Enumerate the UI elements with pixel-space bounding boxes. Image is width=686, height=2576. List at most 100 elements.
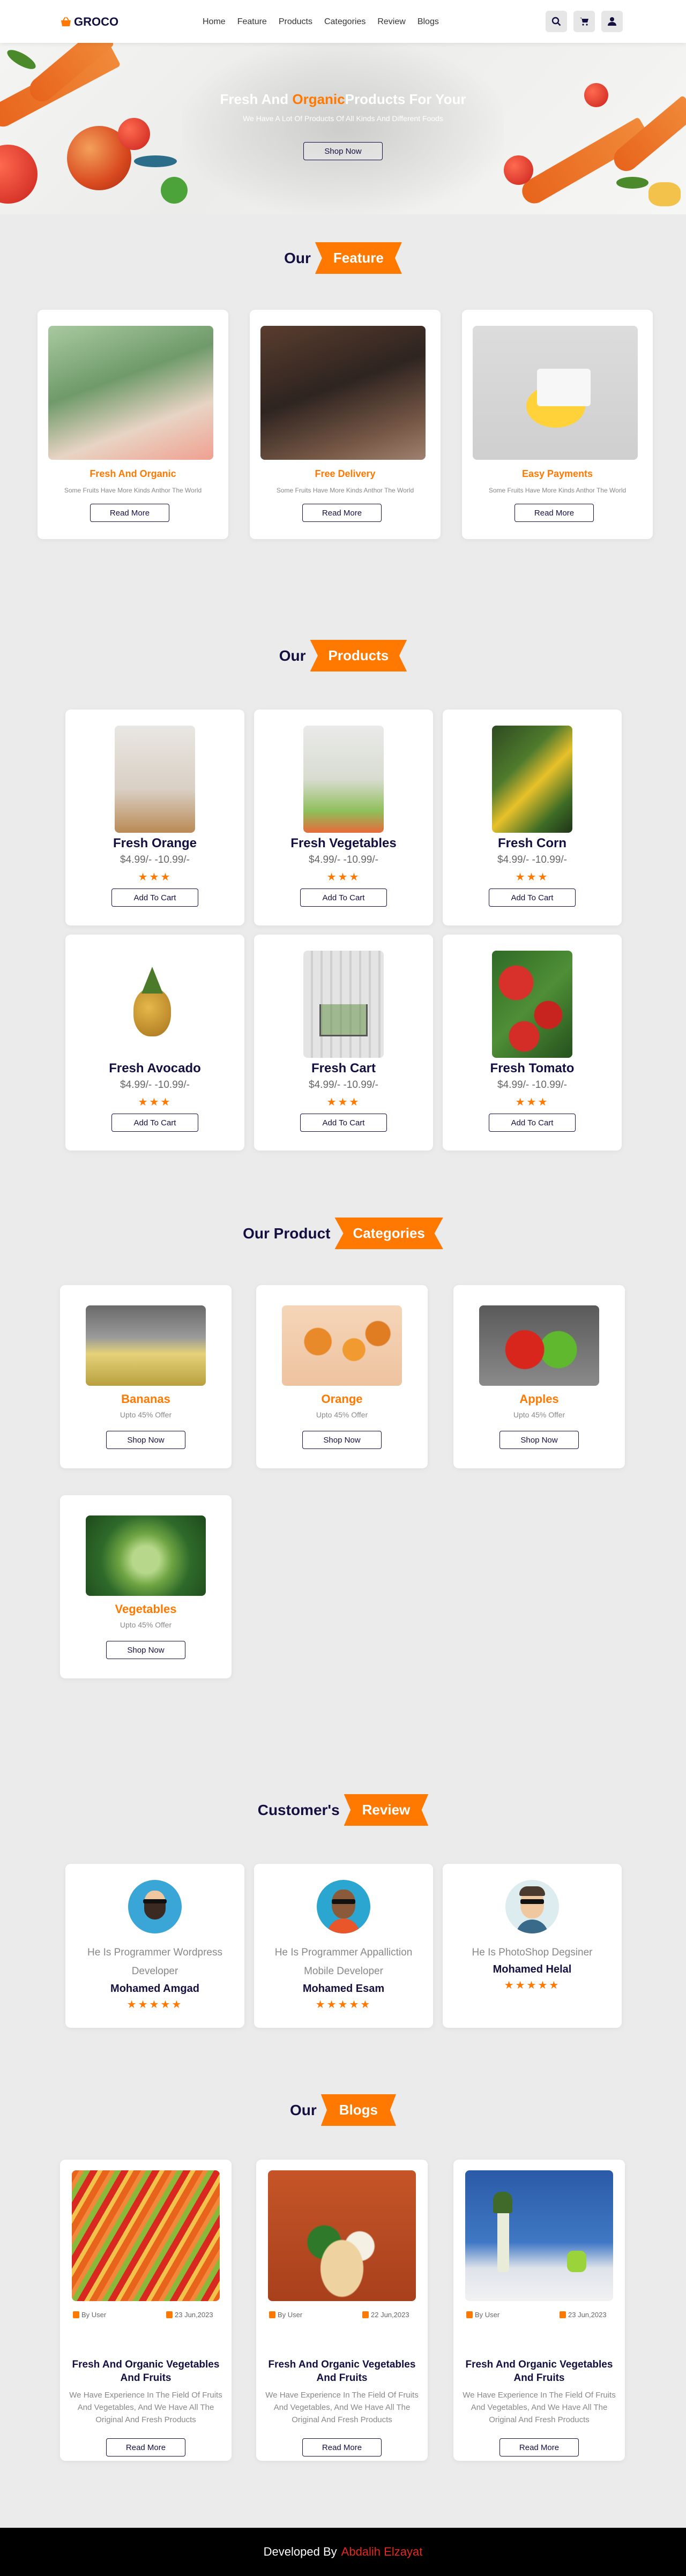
nav-feature[interactable]: Feature: [237, 17, 267, 27]
category-name: Orange: [321, 1392, 363, 1406]
nav-review[interactable]: Review: [377, 17, 405, 27]
nav-blogs[interactable]: Blogs: [417, 17, 439, 27]
rating-stars: ★★★: [515, 1096, 549, 1108]
blog-author: By User: [466, 2311, 499, 2319]
category-image-apples: [479, 1305, 599, 1386]
rating-stars: ★★★: [138, 871, 172, 883]
read-more-button[interactable]: Read More: [514, 504, 594, 522]
feature-title: Easy Payments: [521, 468, 593, 479]
blog-author: By User: [269, 2311, 302, 2319]
feature-card: Easy Payments Some Fruits Have More Kind…: [462, 310, 653, 539]
blog-image: [465, 2170, 613, 2301]
category-image-vegetables: [86, 1515, 206, 1596]
user-icon: [269, 2311, 275, 2318]
blog-desc: We Have Experience In The Field Of Fruit…: [265, 2391, 419, 2424]
product-price: $4.99/- -10.99/-: [120, 854, 190, 865]
blog-card: By User 23 Jun,2023 Fresh And Organic Ve…: [453, 2160, 625, 2461]
blog-card: By User 22 Jun,2023 Fresh And Organic Ve…: [256, 2160, 428, 2461]
product-image-vegetables: [303, 726, 384, 833]
reviewer-description: He Is Programmer Appalliction Mobile Dev…: [274, 1947, 413, 1977]
blog-title: Fresh And Organic Vegetables And Fruits: [268, 2359, 416, 2384]
shop-now-button[interactable]: Shop Now: [302, 1431, 382, 1449]
feature-card: Fresh And Organic Some Fruits Have More …: [38, 310, 228, 539]
blog-date: 23 Jun,2023: [560, 2311, 607, 2319]
feature-desc: Some Fruits Have More Kinds Anthor The W…: [488, 487, 627, 494]
feature-title: Free Delivery: [315, 468, 376, 479]
product-image-cart: [303, 951, 384, 1058]
search-icon: [551, 17, 561, 26]
blog-card: By User 23 Jun,2023 Fresh And Organic Ve…: [60, 2160, 232, 2461]
calendar-icon: [560, 2311, 566, 2318]
shopping-basket-icon: [61, 17, 71, 26]
product-image-avocado: [115, 951, 195, 1058]
add-to-cart-button[interactable]: Add To Cart: [111, 1114, 198, 1132]
feature-card: Free Delivery Some Fruits Have More Kind…: [250, 310, 441, 539]
user-icon: [466, 2311, 473, 2318]
product-name: Fresh Orange: [113, 836, 197, 850]
product-image-tomato: [492, 951, 572, 1058]
search-button[interactable]: [546, 11, 567, 32]
blog-date: 23 Jun,2023: [166, 2311, 213, 2319]
cart-icon: [580, 18, 588, 26]
user-icon: [73, 2311, 79, 2318]
logo[interactable]: GROCO: [60, 15, 118, 29]
nav-home[interactable]: Home: [203, 17, 226, 27]
feature-desc: Some Fruits Have More Kinds Anthor The W…: [276, 487, 414, 494]
category-offer: Upto 45% Offer: [120, 1410, 172, 1419]
nav-categories[interactable]: Categories: [324, 17, 366, 27]
product-card: Fresh Avocado $4.99/- -10.99/- ★★★ Add T…: [65, 935, 244, 1151]
feature-image-delivery: [260, 326, 426, 460]
hero-banner: Fresh And OrganicProducts For Your We Ha…: [0, 43, 686, 214]
feature-heading: Our Feature: [0, 242, 686, 274]
read-more-button[interactable]: Read More: [302, 2438, 382, 2456]
reviewer-description: He Is Programmer Wordpress Developer: [87, 1947, 222, 1977]
category-offer: Upto 45% Offer: [513, 1410, 565, 1419]
category-card: Bananas Upto 45% Offer Shop Now: [60, 1285, 232, 1468]
blog-date: 22 Jun,2023: [362, 2311, 409, 2319]
read-more-button[interactable]: Read More: [106, 2438, 185, 2456]
developer-link[interactable]: Abdalih Elzayat: [341, 2545, 423, 2559]
reviewer-avatar: [128, 1880, 182, 1933]
reviewer-name: Mohamed Esam: [302, 1983, 385, 1995]
read-more-button[interactable]: Read More: [499, 2438, 579, 2456]
rating-stars: ★★★: [326, 871, 361, 883]
shop-now-button[interactable]: Shop Now: [499, 1431, 579, 1449]
shop-now-button[interactable]: Shop Now: [303, 142, 383, 160]
add-to-cart-button[interactable]: Add To Cart: [489, 1114, 576, 1132]
reviewer-name: Mohamed Amgad: [110, 1983, 199, 1995]
add-to-cart-button[interactable]: Add To Cart: [300, 1114, 387, 1132]
blog-desc: We Have Experience In The Field Of Fruit…: [463, 2391, 616, 2424]
header: GROCO Home Feature Products Categories R…: [0, 0, 686, 43]
rating-stars: ★★★: [515, 871, 549, 883]
nav-products[interactable]: Products: [279, 17, 312, 27]
product-card: Fresh Cart $4.99/- -10.99/- ★★★ Add To C…: [254, 935, 433, 1151]
product-price: $4.99/- -10.99/-: [120, 1079, 190, 1091]
read-more-button[interactable]: Read More: [90, 504, 169, 522]
calendar-icon: [166, 2311, 173, 2318]
rating-stars: ★★★: [326, 1096, 361, 1108]
product-image-orange: [115, 726, 195, 833]
review-card: He Is Programmer Appalliction Mobile Dev…: [254, 1864, 433, 2028]
category-offer: Upto 45% Offer: [316, 1410, 368, 1419]
add-to-cart-button[interactable]: Add To Cart: [300, 888, 387, 907]
reviewer-description: He Is PhotoShop Degsiner: [472, 1947, 593, 1958]
product-price: $4.99/- -10.99/-: [497, 1079, 567, 1091]
feature-title: Fresh And Organic: [90, 468, 176, 479]
product-card: Fresh Orange $4.99/- -10.99/- ★★★ Add To…: [65, 710, 244, 925]
reviews-heading: Customer's Review: [0, 1794, 686, 1826]
hero-title: Fresh And OrganicProducts For Your: [220, 91, 466, 107]
user-button[interactable]: [601, 11, 623, 32]
shop-now-button[interactable]: Shop Now: [106, 1641, 185, 1659]
category-image-bananas: [86, 1305, 206, 1386]
product-name: Fresh Avocado: [109, 1061, 201, 1076]
footer-prefix: Developed By: [263, 2545, 337, 2558]
shop-now-button[interactable]: Shop Now: [106, 1431, 185, 1449]
category-name: Bananas: [121, 1392, 170, 1406]
add-to-cart-button[interactable]: Add To Cart: [489, 888, 576, 907]
calendar-icon: [362, 2311, 369, 2318]
category-name: Vegetables: [115, 1602, 177, 1616]
user-icon: [608, 17, 616, 26]
cart-button[interactable]: [573, 11, 595, 32]
add-to-cart-button[interactable]: Add To Cart: [111, 888, 198, 907]
read-more-button[interactable]: Read More: [302, 504, 382, 522]
